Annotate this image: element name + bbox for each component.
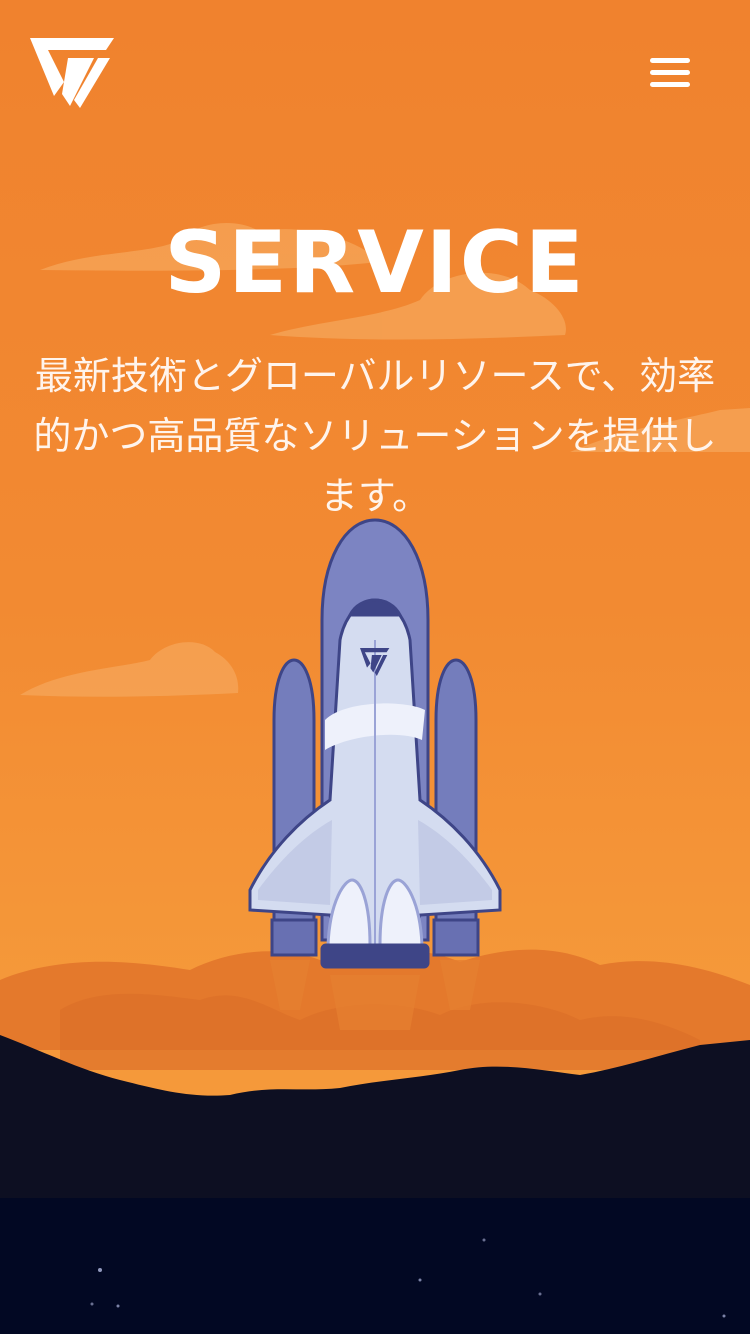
engine-base [320, 943, 430, 969]
space-shuttle [248, 518, 502, 969]
hamburger-menu-button[interactable] [640, 50, 700, 96]
page-subtitle: 最新技術とグローバルリソースで、効率的かつ高品質なソリューションを提供します。 [33, 354, 717, 518]
service-page: SERVICE 最新技術とグローバルリソースで、効率的かつ高品質なソリューション… [0, 0, 750, 1334]
site-header [0, 0, 750, 140]
right-booster-base [432, 918, 480, 957]
cloud-middle-left [20, 642, 239, 697]
launch-scene [0, 222, 750, 1200]
hamburger-menu-icon [650, 58, 690, 63]
page-title: SERVICE [164, 213, 586, 313]
space-section [0, 1198, 750, 1334]
stars [90, 1238, 726, 1318]
left-booster-base [270, 918, 318, 957]
brand-triangle-logo-icon[interactable] [30, 36, 114, 108]
